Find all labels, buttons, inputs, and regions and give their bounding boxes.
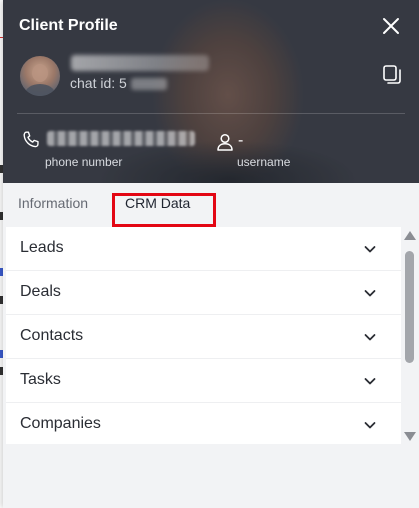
accordion-item-tasks[interactable]: Tasks [6, 359, 401, 403]
copy-icon [383, 65, 401, 84]
chat-id-redacted [131, 78, 167, 90]
chevron-down-icon [364, 378, 376, 385]
phone-number-redacted [47, 131, 195, 146]
tab-information[interactable]: Information [18, 195, 88, 211]
accordion-label: Companies [20, 415, 101, 432]
crm-data-accordion: Leads Deals Contacts Tasks Companies [6, 227, 401, 444]
scroll-thumb[interactable] [405, 251, 414, 363]
username-value: - [238, 132, 244, 149]
user-icon [215, 132, 235, 152]
header-divider [17, 113, 405, 114]
profile-header: Client Profile chat id: 5 phone number -… [3, 0, 419, 183]
username-label: username [237, 155, 291, 169]
avatar [20, 56, 60, 96]
accordion-item-deals[interactable]: Deals [6, 271, 401, 315]
panel-title: Client Profile [19, 17, 118, 34]
chevron-down-icon [364, 422, 376, 429]
accordion-label: Tasks [20, 371, 61, 388]
accordion-label: Leads [20, 239, 64, 256]
close-button[interactable] [379, 14, 403, 38]
copy-button[interactable] [381, 64, 403, 86]
scroll-down-arrow[interactable] [404, 432, 416, 441]
chevron-down-icon [364, 246, 376, 253]
phone-icon [20, 129, 42, 151]
tab-crm-data[interactable]: CRM Data [125, 195, 190, 211]
phone-number-label: phone number [45, 155, 123, 169]
accordion-item-contacts[interactable]: Contacts [6, 315, 401, 359]
accordion-label: Contacts [20, 327, 84, 344]
avatar-photo [25, 64, 55, 96]
accordion-label: Deals [20, 283, 61, 300]
accordion-item-companies[interactable]: Companies [6, 403, 401, 444]
close-icon [383, 18, 399, 34]
scroll-up-arrow[interactable] [404, 231, 416, 240]
chevron-down-icon [364, 290, 376, 297]
client-profile-panel: Client Profile chat id: 5 phone number -… [3, 0, 419, 508]
chat-id-text: chat id: 5 [70, 75, 127, 91]
accordion-item-leads[interactable]: Leads [6, 227, 401, 271]
profile-tabs: Information CRM Data [3, 183, 419, 227]
chevron-down-icon [364, 334, 376, 341]
client-name-redacted [71, 55, 209, 71]
scrollbar[interactable] [403, 231, 417, 443]
